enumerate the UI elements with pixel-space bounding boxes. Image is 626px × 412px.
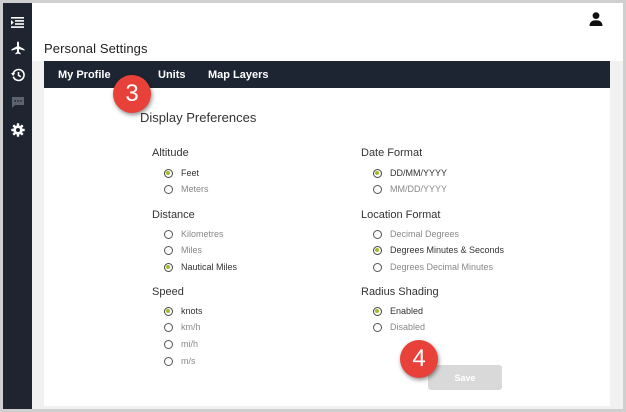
radius-shading-label: Radius Shading bbox=[361, 286, 439, 298]
tab-my-profile[interactable]: My Profile bbox=[58, 61, 111, 88]
callout-badge-3: 3 bbox=[113, 75, 151, 113]
location-format-option-dms[interactable]: Degrees Minutes & Seconds bbox=[373, 243, 504, 257]
option-label: Degrees Decimal Minutes bbox=[390, 262, 494, 272]
display-preferences-heading: Display Preferences bbox=[140, 110, 257, 125]
speed-option-mih[interactable]: mi/h bbox=[164, 337, 198, 351]
option-label: MM/DD/YYYY bbox=[390, 184, 448, 194]
speed-option-kmh[interactable]: km/h bbox=[164, 320, 201, 334]
radio-unselected[interactable] bbox=[373, 262, 382, 272]
menu-list-icon[interactable] bbox=[3, 12, 32, 32]
radio-unselected[interactable] bbox=[164, 229, 173, 239]
radio-selected[interactable] bbox=[164, 168, 173, 178]
option-label: Feet bbox=[181, 168, 200, 178]
distance-option-nautical-miles[interactable]: Nautical Miles bbox=[164, 260, 237, 274]
radio-selected[interactable] bbox=[373, 245, 382, 255]
radio-selected[interactable] bbox=[164, 262, 173, 272]
settings-panel bbox=[44, 88, 610, 406]
radio-unselected[interactable] bbox=[373, 229, 382, 239]
altitude-label: Altitude bbox=[152, 147, 189, 159]
location-format-option-decimal-degrees[interactable]: Decimal Degrees bbox=[373, 227, 459, 241]
radius-shading-option-enabled[interactable]: Enabled bbox=[373, 304, 423, 318]
option-label: Meters bbox=[181, 184, 209, 194]
date-format-label: Date Format bbox=[361, 147, 423, 159]
option-label: Disabled bbox=[390, 322, 426, 332]
tab-map-layers[interactable]: Map Layers bbox=[208, 61, 269, 88]
speed-label: Speed bbox=[152, 286, 184, 298]
option-label: knots bbox=[181, 306, 203, 316]
radio-selected[interactable] bbox=[164, 306, 173, 316]
history-icon[interactable] bbox=[3, 65, 32, 85]
distance-option-miles[interactable]: Miles bbox=[164, 243, 202, 257]
option-label: km/h bbox=[181, 322, 201, 332]
option-label: mi/h bbox=[181, 339, 199, 349]
distance-label: Distance bbox=[152, 209, 195, 221]
radio-unselected[interactable] bbox=[164, 356, 173, 366]
option-label: Kilometres bbox=[181, 229, 224, 239]
chat-icon bbox=[3, 92, 32, 112]
callout-badge-4: 4 bbox=[400, 340, 438, 378]
radio-unselected[interactable] bbox=[164, 184, 173, 194]
option-label: Enabled bbox=[390, 306, 424, 316]
top-bar: Personal Settings bbox=[32, 3, 623, 61]
main-content: Personal Settings My Profile Units Map L… bbox=[32, 3, 623, 409]
option-label: Nautical Miles bbox=[181, 262, 238, 272]
user-icon[interactable] bbox=[588, 11, 604, 27]
radio-selected[interactable] bbox=[373, 306, 382, 316]
airplane-icon[interactable] bbox=[3, 38, 32, 58]
radio-unselected[interactable] bbox=[164, 339, 173, 349]
sidebar bbox=[3, 3, 32, 409]
option-label: DD/MM/YYYY bbox=[390, 168, 448, 178]
page-title: Personal Settings bbox=[44, 41, 148, 56]
gear-icon[interactable] bbox=[3, 120, 32, 140]
altitude-option-meters[interactable]: Meters bbox=[164, 182, 209, 196]
speed-option-knots[interactable]: knots bbox=[164, 304, 203, 318]
option-label: m/s bbox=[181, 356, 196, 366]
location-format-option-ddm[interactable]: Degrees Decimal Minutes bbox=[373, 260, 493, 274]
option-label: Degrees Minutes & Seconds bbox=[390, 245, 505, 255]
radio-unselected[interactable] bbox=[373, 322, 382, 332]
save-button[interactable]: Save bbox=[428, 365, 502, 390]
radio-unselected[interactable] bbox=[373, 184, 382, 194]
distance-option-kilometres[interactable]: Kilometres bbox=[164, 227, 224, 241]
location-format-label: Location Format bbox=[361, 209, 441, 221]
radius-shading-option-disabled[interactable]: Disabled bbox=[373, 320, 425, 334]
radio-unselected[interactable] bbox=[164, 322, 173, 332]
option-label: Miles bbox=[181, 245, 203, 255]
radio-selected[interactable] bbox=[373, 168, 382, 178]
date-format-option-ddmmyyyy[interactable]: DD/MM/YYYY bbox=[373, 166, 447, 180]
option-label: Decimal Degrees bbox=[390, 229, 460, 239]
radio-unselected[interactable] bbox=[164, 245, 173, 255]
speed-option-ms[interactable]: m/s bbox=[164, 354, 196, 368]
date-format-option-mmddyyyy[interactable]: MM/DD/YYYY bbox=[373, 182, 447, 196]
tab-units[interactable]: Units bbox=[158, 61, 186, 88]
altitude-option-feet[interactable]: Feet bbox=[164, 166, 199, 180]
